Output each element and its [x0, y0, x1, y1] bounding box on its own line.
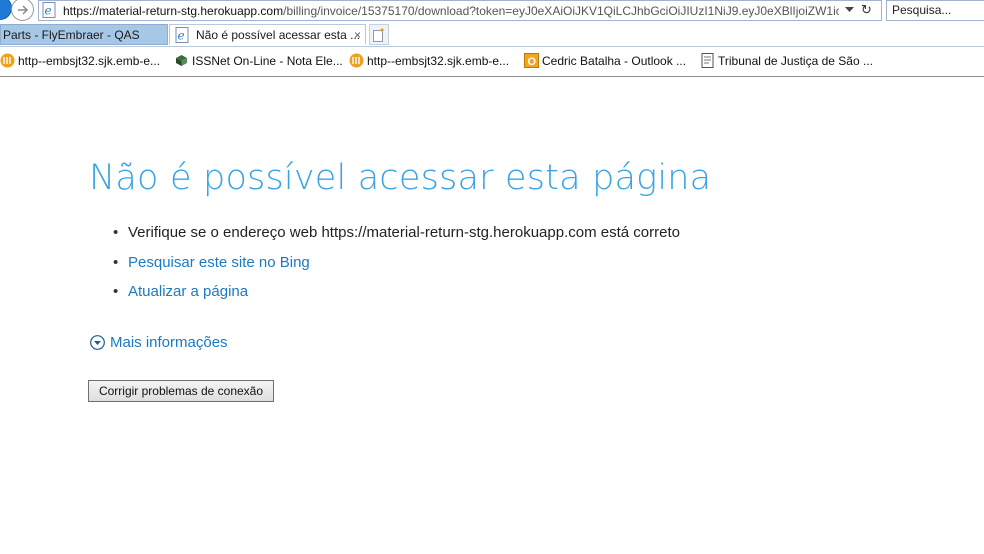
favorite-label: http--embsjt32.sjk.emb-e... — [18, 54, 161, 68]
list-item: Atualizar a página — [112, 281, 680, 311]
refresh-page-link[interactable]: Atualizar a página — [128, 283, 248, 300]
url-path: /billing/invoice/15375170/download?token… — [283, 4, 839, 18]
chevron-down-icon[interactable] — [845, 7, 854, 13]
fix-connection-button[interactable]: Corrigir problemas de conexão — [88, 380, 274, 402]
new-tab-button[interactable] — [369, 24, 389, 45]
arrow-right-icon — [17, 4, 28, 15]
url-text[interactable]: https://material-return-stg.herokuapp.co… — [63, 3, 839, 19]
more-info-label: Mais informações — [110, 334, 228, 351]
address-bar-row: e https://material-return-stg.herokuapp.… — [0, 0, 984, 22]
close-icon[interactable]: × — [354, 25, 361, 44]
tab-label: Não é possível acessar esta ... — [196, 28, 361, 42]
svg-text:O: O — [528, 56, 537, 68]
suggestion-list: Verifique se o endereço web https://mate… — [112, 222, 680, 311]
list-item: Verifique se o endereço web https://mate… — [112, 222, 680, 252]
suggestion-check-address: Verifique se o endereço web https://mate… — [128, 224, 680, 241]
tab-label: Parts - FlyEmbraer - QAS — [3, 28, 140, 42]
page-title: Não é possível acessar esta página — [89, 158, 712, 198]
svg-text:e: e — [45, 4, 52, 18]
search-input[interactable] — [887, 1, 984, 19]
tab-error-page[interactable]: e Não é possível acessar esta ... × — [169, 24, 366, 45]
tab-flyembraer[interactable]: Parts - FlyEmbraer - QAS — [0, 24, 168, 45]
url-host: https://material-return-stg.herokuapp.co… — [63, 4, 284, 18]
document-icon — [701, 53, 714, 68]
outlook-icon: O — [524, 53, 539, 68]
forward-button[interactable] — [11, 0, 34, 21]
favorite-label: Cedric Batalha - Outlook ... — [542, 54, 687, 68]
rss-feed-icon — [0, 53, 15, 68]
refresh-icon[interactable]: ↻ — [861, 2, 872, 18]
favorite-label: ISSNet On-Line - Nota Ele... — [192, 54, 343, 68]
search-bing-link[interactable]: Pesquisar este site no Bing — [128, 254, 310, 271]
favorite-label: Tribunal de Justiça de São ... — [718, 54, 873, 68]
list-item: Pesquisar este site no Bing — [112, 252, 680, 282]
ie-page-icon: e — [175, 27, 189, 43]
new-tab-icon — [373, 27, 384, 42]
search-box[interactable] — [886, 0, 984, 21]
url-field[interactable]: e https://material-return-stg.herokuapp.… — [38, 0, 882, 21]
issnet-icon — [176, 55, 187, 66]
svg-text:e: e — [178, 29, 185, 43]
chevron-down-circle-icon — [90, 335, 105, 350]
ie-page-icon: e — [42, 2, 56, 18]
tab-strip: Parts - FlyEmbraer - QAS e Não é possíve… — [0, 23, 984, 47]
favorites-bar: http--embsjt32.sjk.emb-e... ISSNet On-Li… — [0, 47, 984, 77]
rss-feed-icon — [349, 53, 364, 68]
favorite-label: http--embsjt32.sjk.emb-e... — [367, 54, 510, 68]
